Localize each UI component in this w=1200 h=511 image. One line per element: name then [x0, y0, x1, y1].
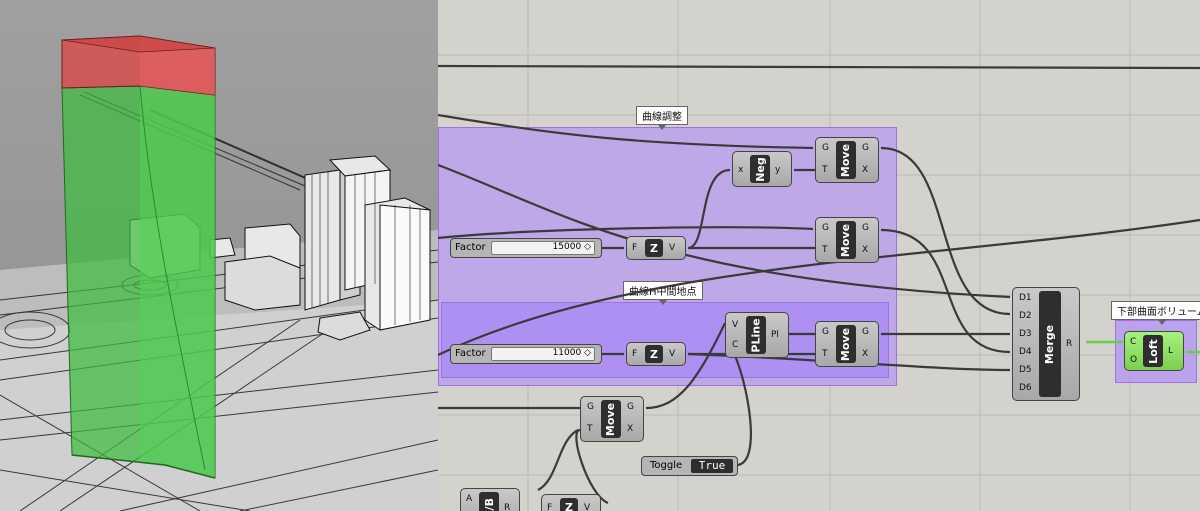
unit-z-component-1[interactable]: F Z V	[626, 236, 686, 260]
loft-component[interactable]: C O Loft L	[1124, 331, 1184, 371]
input-param-g: G	[822, 143, 829, 153]
move-component-4[interactable]: G T Move G X	[580, 396, 644, 442]
output-param-v: V	[669, 243, 676, 253]
component-title: Z	[645, 345, 663, 363]
component-title: Move	[601, 400, 621, 438]
merge-component[interactable]: D1 D2 D3 D4 D5 D6 Merge R	[1012, 287, 1080, 401]
output-param-v: V	[669, 349, 676, 359]
output-param-y: y	[775, 165, 781, 175]
output-param-g: G	[862, 327, 869, 337]
input-param-f: F	[632, 349, 638, 359]
component-title: Merge	[1039, 291, 1061, 397]
output-param-pl: Pl	[771, 330, 779, 340]
output-param-r: R	[504, 503, 511, 511]
component-title: Z	[560, 498, 578, 511]
input-param-c: C	[1130, 337, 1137, 347]
input-param-d5: D5	[1019, 365, 1032, 375]
component-title: Loft	[1143, 335, 1163, 367]
output-param-x: X	[862, 349, 869, 359]
output-param-x: X	[862, 165, 869, 175]
input-param-f: F	[547, 503, 553, 511]
input-param-d1: D1	[1019, 293, 1032, 303]
input-param-d3: D3	[1019, 329, 1032, 339]
input-param-t: T	[587, 424, 593, 434]
output-param-l: L	[1168, 346, 1174, 356]
input-param-t: T	[822, 245, 828, 255]
output-param-v: V	[584, 503, 591, 511]
input-param-d2: D2	[1019, 311, 1032, 321]
input-param-o: O	[1130, 355, 1138, 365]
move-component-3[interactable]: G T Move G X	[815, 321, 879, 367]
component-title: Move	[836, 141, 856, 179]
toggle-label: Toggle	[650, 460, 683, 471]
slider-label: Factor	[455, 242, 486, 253]
component-title: A/B	[479, 492, 499, 511]
output-param-g: G	[627, 402, 634, 412]
input-param-g: G	[822, 327, 829, 337]
input-param-x: x	[738, 165, 744, 175]
output-param-g: G	[862, 223, 869, 233]
input-param-c: C	[732, 340, 739, 350]
negative-component[interactable]: x Neg y	[732, 151, 792, 187]
unit-z-component-2[interactable]: F Z V	[626, 342, 686, 366]
output-param-x: X	[862, 245, 869, 255]
grasshopper-canvas[interactable]: 曲線調整 曲線H中間地点 下部曲面ボリューム Factor 15000 ◇ Fa…	[438, 0, 1200, 511]
input-param-v: V	[732, 320, 739, 330]
factor-slider-2[interactable]: Factor 11000 ◇	[450, 344, 602, 364]
bounds-component[interactable]: A A/B R	[460, 488, 520, 511]
input-param-f: F	[632, 243, 638, 253]
unit-z-component-3[interactable]: F Z V	[541, 494, 601, 511]
factor-slider-1[interactable]: Factor 15000 ◇	[450, 238, 602, 258]
input-param-d4: D4	[1019, 347, 1032, 357]
boolean-toggle[interactable]: Toggle True	[641, 456, 738, 476]
slider-value: 15000 ◇	[552, 242, 591, 252]
slider-label: Factor	[455, 348, 486, 359]
component-title: PLine	[746, 316, 766, 354]
move-component-2[interactable]: G T Move G X	[815, 217, 879, 263]
input-param-a: A	[466, 494, 473, 504]
rhino-viewport[interactable]	[0, 0, 438, 511]
input-param-g: G	[587, 402, 594, 412]
component-title: Move	[836, 325, 856, 363]
viewport-scene	[0, 0, 438, 511]
component-title: Neg	[750, 155, 770, 183]
input-param-t: T	[822, 165, 828, 175]
move-component-1[interactable]: G T Move G X	[815, 137, 879, 183]
input-param-d6: D6	[1019, 383, 1032, 393]
slider-value: 11000 ◇	[552, 348, 591, 358]
polyline-component[interactable]: V C PLine Pl	[725, 312, 789, 358]
component-title: Move	[836, 221, 856, 259]
component-title: Z	[645, 239, 663, 257]
output-param-x: X	[627, 424, 634, 434]
toggle-state[interactable]: True	[691, 459, 733, 473]
input-param-g: G	[822, 223, 829, 233]
output-param-g: G	[862, 143, 869, 153]
output-param-r: R	[1066, 339, 1073, 349]
input-param-t: T	[822, 349, 828, 359]
